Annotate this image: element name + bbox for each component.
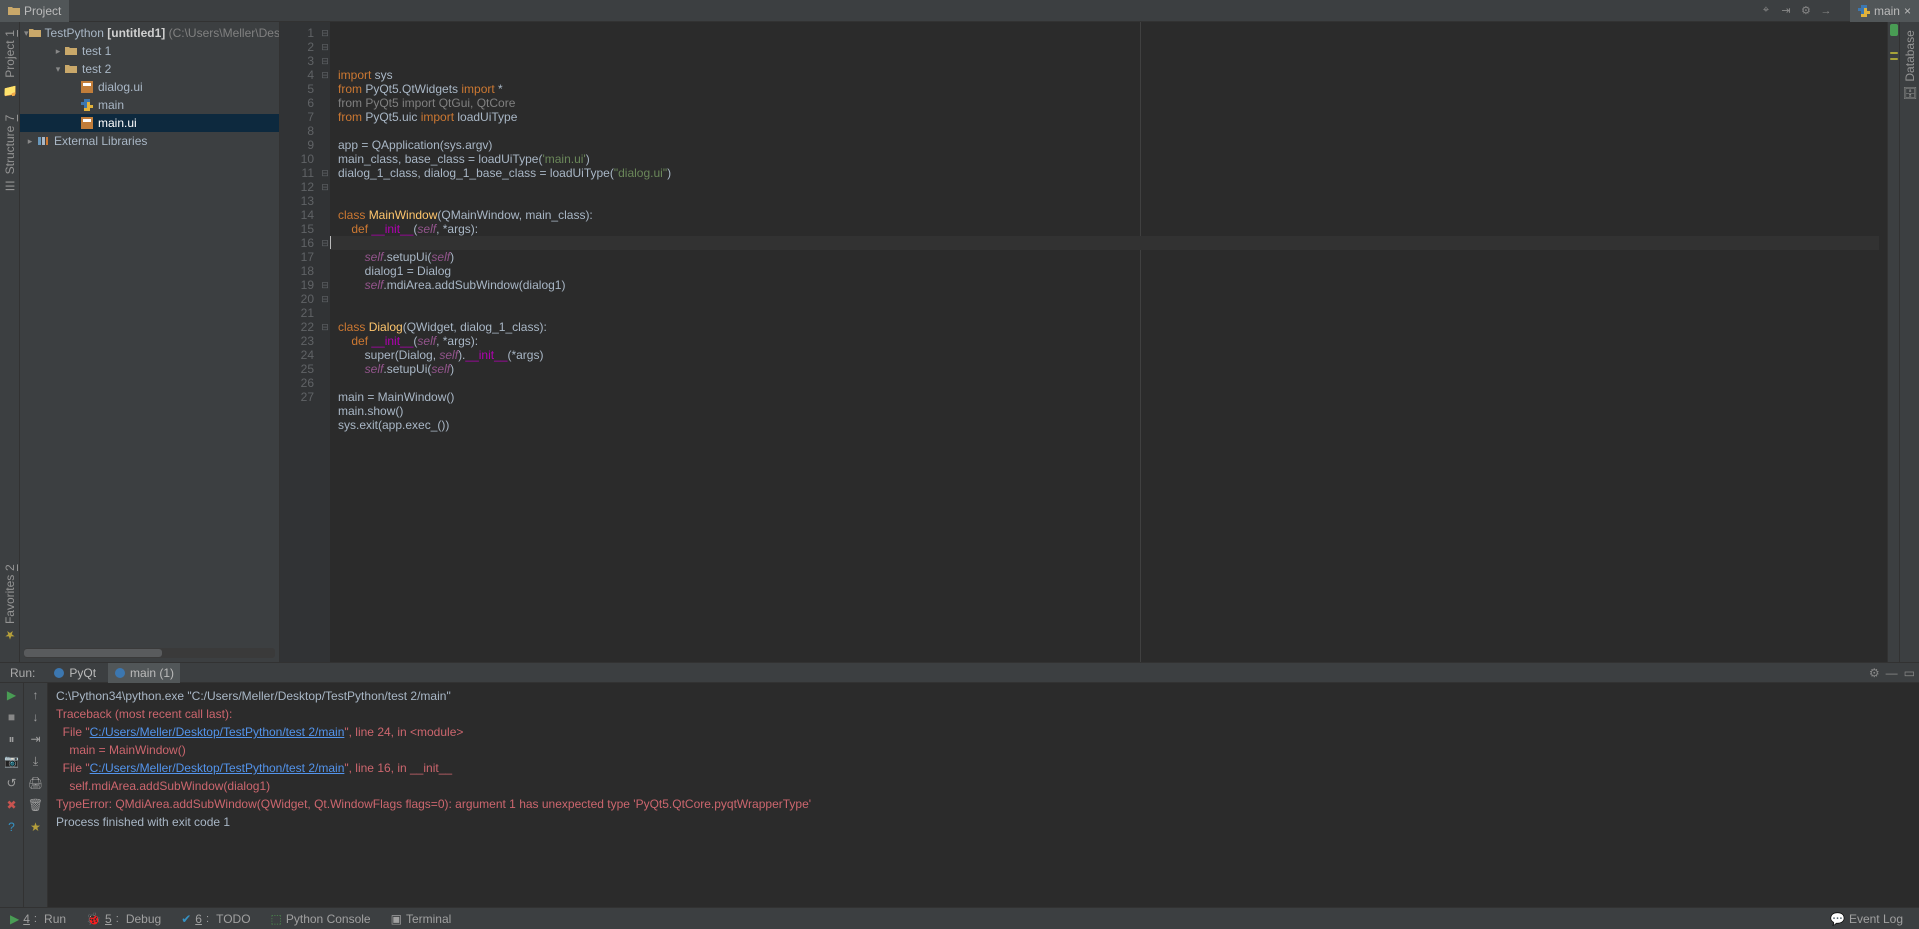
restore-layout-button[interactable]: ↺: [4, 775, 20, 791]
project-icon: [8, 5, 20, 17]
print-button[interactable]: 🖨: [28, 775, 44, 791]
tab-label: Project: [24, 4, 61, 18]
run-toolwindow: Run: PyQt main (1) ⚙ — ▭ ▶ ■ ⏸ 📷 ↺ ✖ ? ↑…: [0, 662, 1919, 907]
error-stripe[interactable]: [1887, 22, 1899, 662]
project-toolwindow: ▾ TestPython [untitled1] (C:\Users\Melle…: [20, 22, 280, 662]
python-file-icon: [1858, 5, 1870, 17]
gear-icon[interactable]: ⚙: [1800, 5, 1812, 17]
folder-icon: [64, 44, 78, 58]
warning-mark[interactable]: [1890, 58, 1898, 60]
right-toolwindow-stripe: 🗄Database: [1899, 22, 1919, 662]
vtab-database[interactable]: 🗄Database: [1903, 26, 1917, 105]
run-config-tab-main[interactable]: main (1): [108, 663, 180, 683]
run-console[interactable]: C:\Python34\python.exe "C:/Users/Meller/…: [48, 683, 1919, 907]
soft-wrap-button[interactable]: ⇥: [28, 731, 44, 747]
gear-icon[interactable]: ⚙: [1869, 666, 1880, 680]
tool-tab-project[interactable]: Project: [0, 0, 69, 22]
python-file-icon: [114, 667, 126, 679]
status-debug[interactable]: 🐞5: Debug: [76, 912, 171, 926]
target-icon[interactable]: ⌖: [1760, 5, 1772, 17]
tree-item-label: test 1: [82, 44, 111, 58]
tree-item[interactable]: main: [20, 96, 279, 114]
editor-tab-label: main: [1874, 4, 1900, 18]
right-margin-line: [1140, 22, 1141, 662]
project-tool-tabbar: Project ⌖ ⇥ ⚙ → main ×: [0, 0, 1919, 22]
editor: 1234567891011121314151617181920212223242…: [280, 22, 1899, 662]
tree-item-label: test 2: [82, 62, 111, 76]
run-label: Run:: [4, 666, 41, 680]
down-stacktrace-button[interactable]: ↓: [28, 709, 44, 725]
console-line: C:\Python34\python.exe "C:/Users/Meller/…: [56, 687, 1911, 705]
rerun-button[interactable]: ▶: [4, 687, 20, 703]
help-button[interactable]: ?: [4, 819, 20, 835]
left-toolwindow-stripe: 📁Project1 ☰Structure7 ★Favorites2: [0, 22, 20, 662]
python-file-icon: [53, 667, 65, 679]
close-icon[interactable]: ×: [1904, 4, 1911, 18]
console-line: Process finished with exit code 1: [56, 813, 1911, 831]
run-side-toolbar-2: ↑ ↓ ⇥ ⤓ 🖨 🗑 ★: [24, 683, 48, 907]
console-line: File "C:/Users/Meller/Desktop/TestPython…: [56, 759, 1911, 777]
python-file-icon: [80, 98, 94, 112]
tree-root[interactable]: ▾ TestPython [untitled1] (C:\Users\Melle…: [20, 24, 279, 42]
dump-threads-button[interactable]: 📷: [4, 753, 20, 769]
tree-external-libraries[interactable]: ▸ External Libraries: [20, 132, 279, 150]
ui-file-icon: [80, 116, 94, 130]
traceback-link[interactable]: C:/Users/Meller/Desktop/TestPython/test …: [90, 761, 345, 775]
pin-tab-button[interactable]: ★: [28, 819, 44, 835]
minimize-toolwindow-icon[interactable]: —: [1886, 666, 1898, 680]
scroll-to-end-button[interactable]: ⤓: [28, 753, 44, 769]
folder-icon: [29, 26, 41, 40]
status-run[interactable]: ▶4: Run: [0, 912, 76, 926]
collapse-tool-icon[interactable]: ⇥: [1780, 5, 1792, 17]
status-event-log[interactable]: 💬Event Log: [1820, 912, 1913, 926]
clear-all-button[interactable]: 🗑: [28, 797, 44, 813]
traceback-link[interactable]: C:/Users/Meller/Desktop/TestPython/test …: [90, 725, 345, 739]
tree-item[interactable]: ▸test 1: [20, 42, 279, 60]
warning-mark[interactable]: [1890, 52, 1898, 54]
pause-output-button[interactable]: ⏸: [4, 731, 20, 747]
tree-item-label: main: [98, 98, 124, 112]
status-python-console[interactable]: ⬚Python Console: [261, 912, 381, 926]
code-area[interactable]: import sysfrom PyQt5.QtWidgets import *f…: [330, 22, 1887, 662]
stop-button[interactable]: ■: [4, 709, 20, 725]
project-tree[interactable]: ▾ TestPython [untitled1] (C:\Users\Melle…: [20, 22, 279, 152]
hide-tool-icon[interactable]: →: [1820, 5, 1832, 17]
hide-toolwindow-icon[interactable]: ▭: [1904, 666, 1915, 680]
close-tab-button[interactable]: ✖: [4, 797, 20, 813]
tree-item[interactable]: main.ui: [20, 114, 279, 132]
fold-bar[interactable]: ⊟⊟⊟⊟⊟⊟⊟⊟⊟⊟: [320, 22, 330, 662]
run-side-toolbar: ▶ ■ ⏸ 📷 ↺ ✖ ?: [0, 683, 24, 907]
folder-icon: [64, 62, 78, 76]
ui-file-icon: [80, 80, 94, 94]
vtab-favorites[interactable]: ★Favorites2: [3, 560, 17, 646]
console-line: TypeError: QMdiArea.addSubWindow(QWidget…: [56, 795, 1911, 813]
tree-item-label: main.ui: [98, 116, 137, 130]
run-tabs: Run: PyQt main (1) ⚙ — ▭: [0, 663, 1919, 683]
tree-item[interactable]: ▾test 2: [20, 60, 279, 78]
line-numbers: 1234567891011121314151617181920212223242…: [280, 22, 320, 662]
console-line: self.mdiArea.addSubWindow(dialog1): [56, 777, 1911, 795]
editor-body[interactable]: 1234567891011121314151617181920212223242…: [280, 22, 1899, 662]
run-config-tab-pyqt[interactable]: PyQt: [47, 663, 102, 683]
up-stacktrace-button[interactable]: ↑: [28, 687, 44, 703]
analysis-ok-mark: [1890, 24, 1898, 36]
library-icon: [36, 134, 50, 148]
tree-item[interactable]: dialog.ui: [20, 78, 279, 96]
console-line: File "C:/Users/Meller/Desktop/TestPython…: [56, 723, 1911, 741]
vtab-structure[interactable]: ☰Structure7: [3, 111, 17, 196]
status-bar: ▶4: Run 🐞5: Debug ✔6: TODO ⬚Python Conso…: [0, 907, 1919, 929]
console-line: Traceback (most recent call last):: [56, 705, 1911, 723]
project-scrollbar[interactable]: [24, 648, 275, 658]
status-terminal[interactable]: ▣Terminal: [381, 912, 462, 926]
editor-tab-main[interactable]: main ×: [1850, 0, 1919, 22]
console-line: main = MainWindow(): [56, 741, 1911, 759]
vtab-project[interactable]: 📁Project1: [3, 26, 17, 101]
status-todo[interactable]: ✔6: TODO: [171, 912, 260, 926]
tree-item-label: dialog.ui: [98, 80, 143, 94]
